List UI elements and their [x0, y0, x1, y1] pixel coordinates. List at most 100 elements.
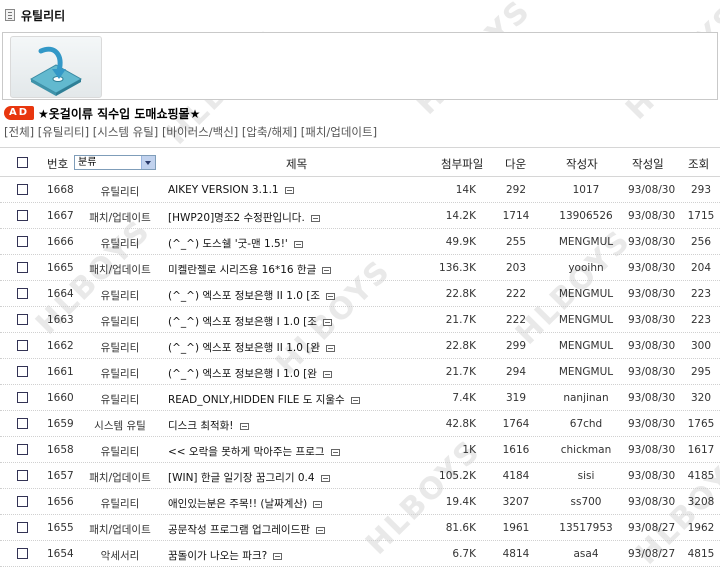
- attachment-size[interactable]: 22.8K: [430, 288, 476, 300]
- author-name[interactable]: chickman: [545, 444, 627, 456]
- table-row[interactable]: 1656 유틸리티 애인있는분은 주목!! (날짜계산) 19.4K 3207 ss700…: [0, 489, 720, 515]
- author-name[interactable]: MENGMUL: [545, 366, 627, 378]
- table-row[interactable]: 1657 패치/업데이트 [WIN] 한글 일기장 꿈그리기 0.4 105.2K 41…: [0, 463, 720, 489]
- post-title-link[interactable]: (^_^) 엑스포 정보은행 I 1.0 [완: [168, 368, 317, 380]
- table-row[interactable]: 1666 유틸리티 (^_^) 도스쉘 '굿-맨 1.5!' 49.9K 255 MENG…: [0, 229, 720, 255]
- post-title-link[interactable]: (^_^) 엑스포 정보은행 II 1.0 [완: [168, 342, 320, 354]
- author-name[interactable]: MENGMUL: [545, 340, 627, 352]
- table-row[interactable]: 1658 유틸리티 << 오락을 못하게 막아주는 프로그 1K 1616 chickma…: [0, 437, 720, 463]
- post-category[interactable]: 유틸리티: [80, 392, 160, 407]
- post-category[interactable]: 패치/업데이트: [80, 262, 160, 277]
- post-title-link[interactable]: 미켈란젤로 시리즈용 16*16 한글: [168, 264, 316, 276]
- post-category[interactable]: 유틸리티: [80, 288, 160, 303]
- row-checkbox[interactable]: [17, 392, 28, 403]
- row-checkbox[interactable]: [17, 496, 28, 507]
- post-title-link[interactable]: (^_^) 도스쉘 '굿-맨 1.5!': [168, 238, 288, 250]
- table-row[interactable]: 1668 유틸리티 AIKEY VERSION 3.1.1 14K 292 1017 93/…: [0, 177, 720, 203]
- row-checkbox[interactable]: [17, 444, 28, 455]
- post-title-link[interactable]: 디스크 최적화!: [168, 420, 234, 432]
- post-title-link[interactable]: 애인있는분은 주목!! (날짜계산): [168, 498, 307, 510]
- row-checkbox[interactable]: [17, 522, 28, 533]
- post-category[interactable]: 유틸리티: [80, 340, 160, 355]
- post-category[interactable]: 유틸리티: [80, 496, 160, 511]
- table-row[interactable]: 1664 유틸리티 (^_^) 엑스포 정보은행 II 1.0 [조 22.8K 222…: [0, 281, 720, 307]
- author-name[interactable]: 1017: [545, 184, 627, 196]
- row-checkbox[interactable]: [17, 366, 28, 377]
- attachment-size[interactable]: 49.9K: [430, 236, 476, 248]
- author-name[interactable]: sisi: [545, 470, 627, 482]
- attachment-size[interactable]: 14K: [430, 184, 476, 196]
- table-row[interactable]: 1663 유틸리티 (^_^) 엑스포 정보은행 I 1.0 [조 21.7K 222 M…: [0, 307, 720, 333]
- post-category[interactable]: 악세서리: [80, 548, 160, 563]
- author-name[interactable]: 13906526: [545, 210, 627, 222]
- post-title-link[interactable]: (^_^) 엑스포 정보은행 II 1.0 [조: [168, 290, 320, 302]
- attachment-size[interactable]: 7.4K: [430, 392, 476, 404]
- author-name[interactable]: 67chd: [545, 418, 627, 430]
- post-category[interactable]: 패치/업데이트: [80, 210, 160, 225]
- author-name[interactable]: ss700: [545, 496, 627, 508]
- table-row[interactable]: 1662 유틸리티 (^_^) 엑스포 정보은행 II 1.0 [완 22.8K 299…: [0, 333, 720, 359]
- category-select[interactable]: 분류: [74, 155, 156, 170]
- row-checkbox[interactable]: [17, 340, 28, 351]
- table-row[interactable]: 1659 시스템 유틸 디스크 최적화! 42.8K 1764 67chd 93/08/30…: [0, 411, 720, 437]
- post-title-link[interactable]: << 오락을 못하게 막아주는 프로그: [168, 446, 325, 458]
- attachment-size[interactable]: 105.2K: [430, 470, 476, 482]
- post-category[interactable]: 유틸리티: [80, 366, 160, 381]
- row-checkbox[interactable]: [17, 210, 28, 221]
- category-link-system[interactable]: [시스템 유틸]: [93, 125, 159, 139]
- post-title-link[interactable]: 공문작성 프로그램 업그레이드판: [168, 524, 310, 536]
- attachment-size[interactable]: 6.7K: [430, 548, 476, 560]
- post-title-link[interactable]: 꿈돌이가 나오는 파크?: [168, 550, 267, 562]
- post-title-link[interactable]: AIKEY VERSION 3.1.1: [168, 184, 279, 196]
- table-row[interactable]: 1655 패치/업데이트 공문작성 프로그램 업그레이드판 81.6K 1961 1351…: [0, 515, 720, 541]
- category-link-utility[interactable]: [유틸리티]: [38, 125, 89, 139]
- post-category[interactable]: 시스템 유틸: [80, 418, 160, 433]
- category-link-all[interactable]: [전체]: [4, 125, 34, 139]
- post-category[interactable]: 유틸리티: [80, 444, 160, 459]
- post-category[interactable]: 유틸리티: [80, 236, 160, 251]
- author-name[interactable]: MENGMUL: [545, 314, 627, 326]
- attachment-size[interactable]: 42.8K: [430, 418, 476, 430]
- post-title-link[interactable]: READ_ONLY,HIDDEN FILE 도 지울수: [168, 394, 345, 406]
- row-checkbox[interactable]: [17, 236, 28, 247]
- post-title-link[interactable]: [WIN] 한글 일기장 꿈그리기 0.4: [168, 472, 315, 484]
- row-checkbox[interactable]: [17, 470, 28, 481]
- table-row[interactable]: 1665 패치/업데이트 미켈란젤로 시리즈용 16*16 한글 136.3K 203 y…: [0, 255, 720, 281]
- table-row[interactable]: 1661 유틸리티 (^_^) 엑스포 정보은행 I 1.0 [완 21.7K 294 M…: [0, 359, 720, 385]
- attachment-size[interactable]: 1K: [430, 444, 476, 456]
- author-name[interactable]: asa4: [545, 548, 627, 560]
- attachment-size[interactable]: 136.3K: [430, 262, 476, 274]
- row-checkbox[interactable]: [17, 262, 28, 273]
- post-category[interactable]: 패치/업데이트: [80, 470, 160, 485]
- attachment-size[interactable]: 22.8K: [430, 340, 476, 352]
- row-checkbox[interactable]: [17, 418, 28, 429]
- select-all-checkbox[interactable]: [17, 157, 28, 168]
- attachment-size[interactable]: 19.4K: [430, 496, 476, 508]
- attachment-size[interactable]: 81.6K: [430, 522, 476, 534]
- attachment-size[interactable]: 14.2K: [430, 210, 476, 222]
- post-category[interactable]: 유틸리티: [80, 314, 160, 329]
- chevron-down-icon[interactable]: [141, 156, 155, 169]
- attachment-size[interactable]: 21.7K: [430, 314, 476, 326]
- post-category[interactable]: 유틸리티: [80, 184, 160, 199]
- author-name[interactable]: yooihn: [545, 262, 627, 274]
- table-row[interactable]: 1660 유틸리티 READ_ONLY,HIDDEN FILE 도 지울수 7.4K 3…: [0, 385, 720, 411]
- table-row[interactable]: 1654 악세서리 꿈돌이가 나오는 파크? 6.7K 4814 asa4 93/08/27…: [0, 541, 720, 567]
- row-checkbox[interactable]: [17, 548, 28, 559]
- author-name[interactable]: MENGMUL: [545, 288, 627, 300]
- attachment-size[interactable]: 21.7K: [430, 366, 476, 378]
- table-row[interactable]: 1667 패치/업데이트 [HWP20]명조2 수정판입니다. 14.2K 1714 13…: [0, 203, 720, 229]
- category-link-patch[interactable]: [패치/업데이트]: [301, 125, 377, 139]
- post-title-link[interactable]: [HWP20]명조2 수정판입니다.: [168, 212, 305, 224]
- post-title-link[interactable]: (^_^) 엑스포 정보은행 I 1.0 [조: [168, 316, 317, 328]
- row-checkbox[interactable]: [17, 184, 28, 195]
- post-category[interactable]: 패치/업데이트: [80, 522, 160, 537]
- ad-link[interactable]: ★옷걸이류 직수입 도매쇼핑몰★: [38, 105, 200, 122]
- author-name[interactable]: MENGMUL: [545, 236, 627, 248]
- author-name[interactable]: nanjinan: [545, 392, 627, 404]
- row-checkbox[interactable]: [17, 288, 28, 299]
- category-link-compression[interactable]: [압축/해제]: [242, 125, 297, 139]
- category-link-antivirus[interactable]: [바이러스/백신]: [162, 125, 238, 139]
- row-checkbox[interactable]: [17, 314, 28, 325]
- author-name[interactable]: 13517953: [545, 522, 627, 534]
